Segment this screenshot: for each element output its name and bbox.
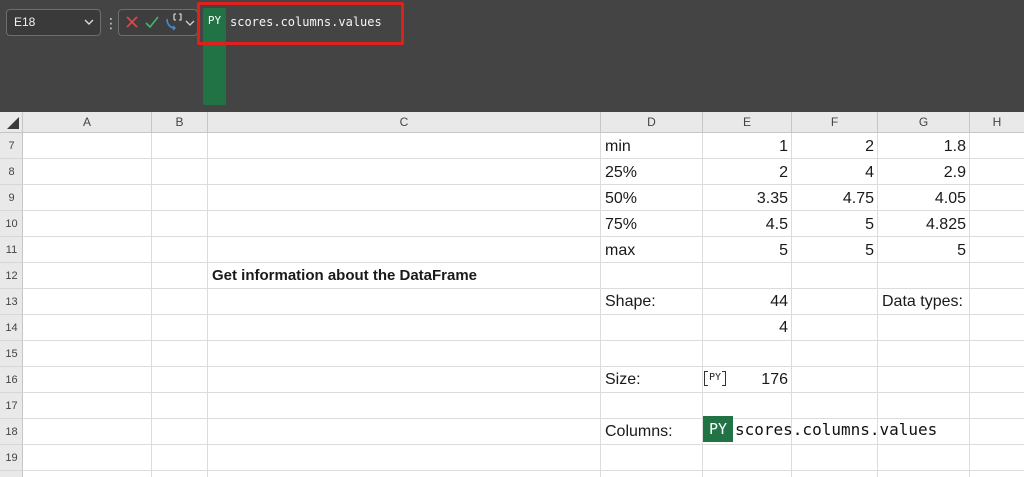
row-header[interactable]: 15: [0, 341, 23, 367]
row-header[interactable]: 19: [0, 445, 23, 471]
row-header[interactable]: 14: [0, 315, 23, 341]
cell-g13[interactable]: Data types:: [878, 288, 970, 314]
cell-f10[interactable]: 5: [792, 211, 878, 237]
row-header[interactable]: 7: [0, 133, 23, 159]
row-header-column: 7 8 9 10 11 12 13 14 15 16 17 18 19: [0, 133, 23, 477]
name-box-value: E18: [14, 15, 36, 29]
cell-g8[interactable]: 2.9: [878, 159, 970, 185]
cell-d9[interactable]: 50%: [601, 185, 703, 211]
row-header[interactable]: 9: [0, 185, 23, 211]
cell-d18[interactable]: Columns:: [601, 418, 703, 444]
highlight-annotation: [197, 2, 404, 45]
row-header[interactable]: 17: [0, 393, 23, 419]
cell-e9[interactable]: 3.35: [703, 185, 792, 211]
more-options-icon[interactable]: ⋮: [104, 13, 118, 33]
column-header-b[interactable]: B: [152, 112, 208, 132]
column-header-h[interactable]: H: [970, 112, 1024, 132]
column-header-e[interactable]: E: [703, 112, 792, 132]
cell-d7[interactable]: min: [601, 133, 703, 159]
row-header[interactable]: 12: [0, 263, 23, 289]
close-icon[interactable]: [124, 12, 140, 32]
row-header[interactable]: 18: [0, 419, 23, 445]
select-all-button[interactable]: [0, 112, 23, 132]
name-box[interactable]: E18: [6, 9, 101, 36]
cell-d16[interactable]: Size:: [601, 366, 703, 392]
row-header[interactable]: 16: [0, 367, 23, 393]
formula-bar-area: E18 ⋮ PY scores.columns.values: [0, 0, 1024, 112]
row-header[interactable]: 10: [0, 211, 23, 237]
python-edit-badge: PY: [703, 416, 733, 442]
cell-g10[interactable]: 4.825: [878, 211, 970, 237]
cell-f8[interactable]: 4: [792, 159, 878, 185]
cell-d10[interactable]: 75%: [601, 211, 703, 237]
check-icon[interactable]: [144, 12, 160, 32]
cell-d11[interactable]: max: [601, 237, 703, 263]
cell-e7[interactable]: 1: [703, 133, 792, 159]
cell-e10[interactable]: 4.5: [703, 211, 792, 237]
cell-e14[interactable]: 4: [703, 314, 792, 340]
column-header-a[interactable]: A: [23, 112, 152, 132]
cell-f11[interactable]: 5: [792, 237, 878, 263]
cell-d8[interactable]: 25%: [601, 159, 703, 185]
cell-g9[interactable]: 4.05: [878, 185, 970, 211]
column-header-d[interactable]: D: [601, 112, 703, 132]
cell-g11[interactable]: 5: [878, 237, 970, 263]
formula-actions: [118, 9, 198, 36]
column-header-c[interactable]: C: [208, 112, 601, 132]
cell-e11[interactable]: 5: [703, 237, 792, 263]
python-mode-icon[interactable]: [164, 11, 184, 33]
cell-d13[interactable]: Shape:: [601, 288, 703, 314]
column-header-f[interactable]: F: [792, 112, 878, 132]
cell-f9[interactable]: 4.75: [792, 185, 878, 211]
chevron-down-icon[interactable]: [84, 10, 94, 44]
cell-e8[interactable]: 2: [703, 159, 792, 185]
row-header[interactable]: 11: [0, 237, 23, 263]
row-header[interactable]: 13: [0, 289, 23, 315]
cell-c12[interactable]: Get information about the DataFrame: [208, 262, 601, 288]
chevron-down-icon[interactable]: [185, 13, 195, 34]
cell-f7[interactable]: 2: [792, 133, 878, 159]
active-cell-editor[interactable]: scores.columns.values: [735, 416, 937, 442]
cell-g7[interactable]: 1.8: [878, 133, 970, 159]
row-header[interactable]: 8: [0, 159, 23, 185]
cell-e16[interactable]: 176: [703, 366, 792, 392]
column-header-row: A B C D E F G H: [0, 112, 1024, 133]
cell-e13[interactable]: 44: [703, 288, 792, 314]
column-header-g[interactable]: G: [878, 112, 970, 132]
